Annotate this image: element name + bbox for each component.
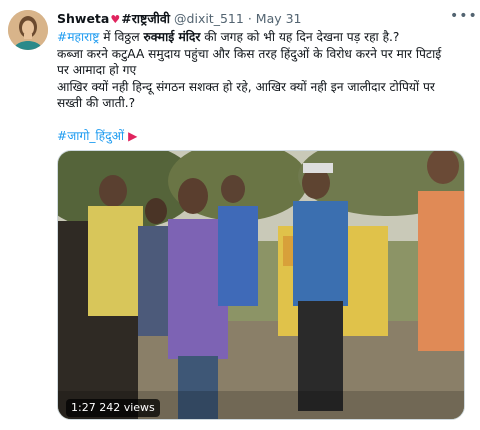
author-name[interactable]: Shweta♥#राष्ट्रजीवी [57,11,170,26]
heart-icon: ♥ [110,13,121,26]
hashtag-maharashtra[interactable]: #महाराष्ट्र [57,30,99,44]
triangular-flag-icon: ▶ [128,128,138,143]
video-player[interactable] [57,150,465,420]
text-line-4: आखिर क्यों नही हिन्दू संगठन सशक्त हो रहे… [57,79,435,94]
video-stats-badge: 1:27 242 views [66,399,160,417]
text-line-1: #महाराष्ट्र में विठ्ठल रुक्माई मंदिर की … [57,30,400,44]
text-line-3: पर आमादा हो गए [57,63,137,77]
tweet-header: Shweta♥#राष्ट्रजीवी @dixit_511 · May 31 [57,10,450,28]
text-line-5: सख्ती की जाती.? [57,96,136,110]
author-handle[interactable]: @dixit_511 [174,11,244,26]
separator-dot: · [247,11,252,26]
more-horizontal-icon[interactable]: ••• [450,8,477,28]
text-line-hashtag: #जागो_हिंदुओं ▶ [57,128,467,145]
tweet-text: #महाराष्ट्र में विठ्ठल रुक्माई मंदिर की … [57,29,467,144]
video-views: 242 views [99,401,155,414]
video-duration: 1:27 [71,401,96,414]
tweet-date[interactable]: May 31 [256,11,302,26]
hashtag-jago-hinduon[interactable]: #जागो_हिंदुओं [57,129,124,143]
video-thumbnail [58,151,464,419]
text-line-2: कब्जा करने कटुAA समुदाय पहुंचा और किस तर… [57,46,442,61]
tweet-card[interactable]: Shweta♥#राष्ट्रजीवी @dixit_511 · May 31 … [0,0,480,430]
avatar[interactable] [8,10,48,50]
